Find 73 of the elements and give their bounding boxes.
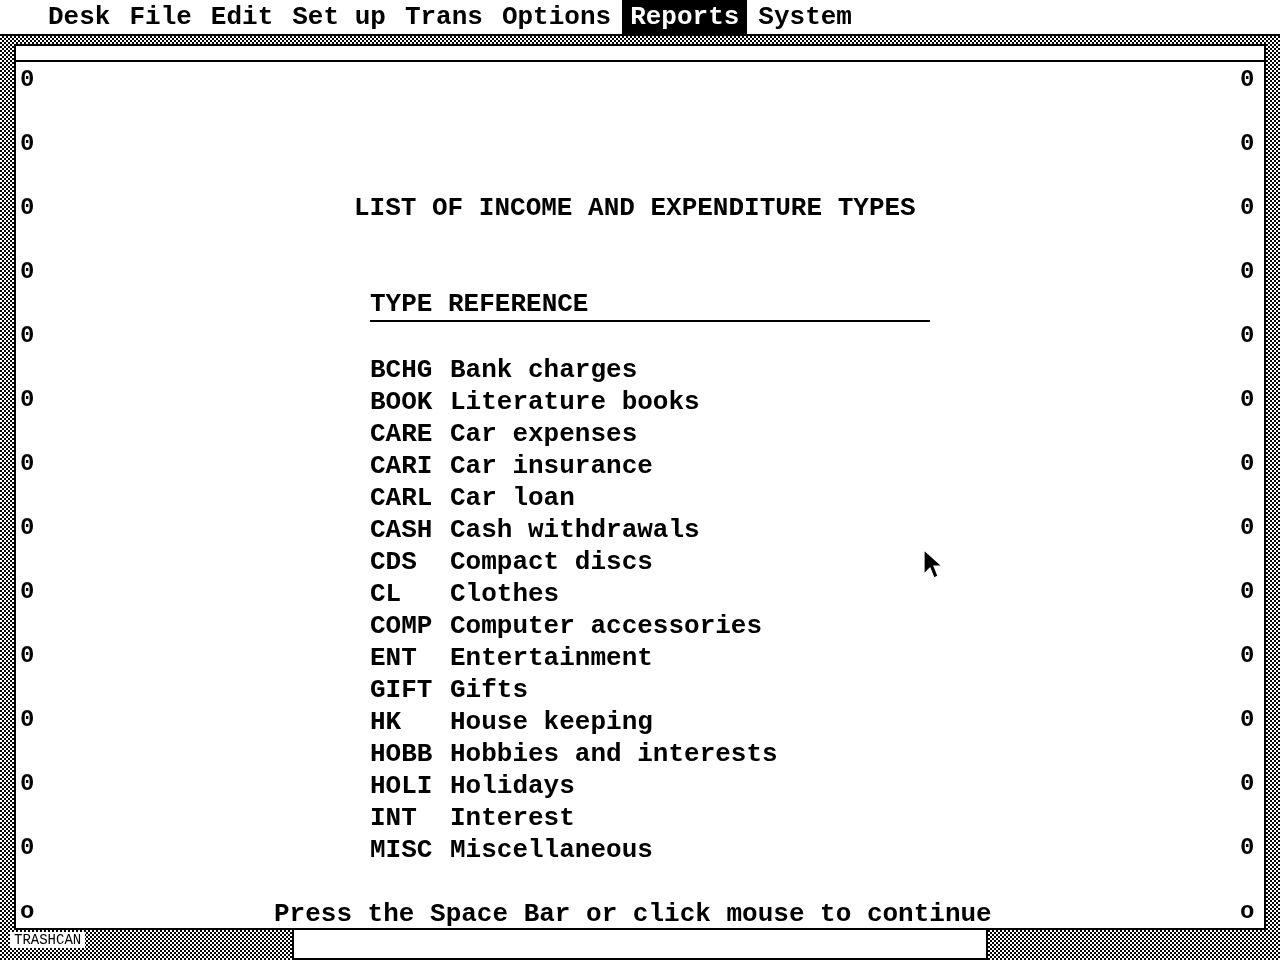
menu-item[interactable]: File <box>121 0 200 34</box>
menu-item[interactable]: Edit <box>202 0 282 34</box>
margin-mark: 0 <box>20 258 36 286</box>
type-description: Clothes <box>450 578 560 610</box>
type-code: ENT <box>370 642 418 674</box>
menu-item[interactable]: Options <box>493 0 620 34</box>
type-code: CL <box>370 578 403 610</box>
margin-mark: 0 <box>20 578 36 606</box>
margin-mark: 0 <box>20 194 36 222</box>
margin-mark: 0 <box>20 706 36 734</box>
type-code: HOBB <box>370 738 434 770</box>
margin-mark: 0 <box>1240 450 1256 478</box>
trashcan-label[interactable]: TRASHCAN <box>10 932 86 948</box>
margin-mark: 0 <box>20 450 36 478</box>
type-description: Bank charges <box>450 354 638 386</box>
type-code: CARI <box>370 450 434 482</box>
type-code: CARL <box>370 482 434 514</box>
type-description: Hobbies and interests <box>450 738 778 770</box>
report-title: LIST OF INCOME AND EXPENDITURE TYPES <box>354 192 917 224</box>
type-description: Literature books <box>450 386 700 418</box>
menu-item[interactable]: System <box>750 0 860 34</box>
margin-mark: 0 <box>20 642 36 670</box>
margin-mark: 0 <box>1240 706 1256 734</box>
margin-mark: 0 <box>1240 386 1256 414</box>
type-code: HK <box>370 706 403 738</box>
type-description: Interest <box>450 802 575 834</box>
margin-mark: 0 <box>20 770 36 798</box>
margin-mark: 0 <box>1240 258 1256 286</box>
type-code: MISC <box>370 834 434 866</box>
type-description: House keeping <box>450 706 653 738</box>
margin-mark: 0 <box>1240 578 1256 606</box>
menu-item[interactable]: Reports <box>622 0 748 34</box>
type-description: Cash withdrawals <box>450 514 700 546</box>
type-code: BOOK <box>370 386 434 418</box>
margin-mark: 0 <box>1240 642 1256 670</box>
menu-item[interactable]: Trans <box>396 0 491 34</box>
type-code: BCHG <box>370 354 434 386</box>
type-description: Miscellaneous <box>450 834 653 866</box>
margin-mark: 0 <box>1240 770 1256 798</box>
margin-mark: 0 <box>20 386 36 414</box>
margin-mark: 0 <box>20 130 36 158</box>
type-code: CDS <box>370 546 418 578</box>
type-code: CASH <box>370 514 434 546</box>
margin-mark: 0 <box>20 834 36 862</box>
margin-mark: o <box>20 898 36 926</box>
menu-item[interactable]: Set up <box>284 0 394 34</box>
margin-mark: 0 <box>1240 834 1256 862</box>
column-header: TYPE REFERENCE <box>370 288 930 322</box>
margin-mark: 0 <box>1240 130 1256 158</box>
mouse-pointer-icon <box>924 550 942 580</box>
type-description: Computer accessories <box>450 610 763 642</box>
menu-item[interactable]: Desk <box>40 0 119 34</box>
margin-mark: 0 <box>1240 194 1256 222</box>
margin-mark: o <box>1240 898 1256 926</box>
type-code: CARE <box>370 418 434 450</box>
type-description: Car expenses <box>450 418 638 450</box>
margin-mark: 0 <box>1240 66 1256 94</box>
type-code: COMP <box>370 610 434 642</box>
type-code: INT <box>370 802 418 834</box>
type-description: Holidays <box>450 770 575 802</box>
type-code: GIFT <box>370 674 434 706</box>
type-code: HOLI <box>370 770 434 802</box>
margin-mark: 0 <box>20 66 36 94</box>
type-description: Car insurance <box>450 450 653 482</box>
type-description: Gifts <box>450 674 528 706</box>
margin-mark: 0 <box>1240 322 1256 350</box>
type-description: Entertainment <box>450 642 653 674</box>
margin-mark: 0 <box>20 514 36 542</box>
type-description: Car loan <box>450 482 575 514</box>
continue-prompt: Press the Space Bar or click mouse to continue <box>274 898 993 930</box>
type-description: Compact discs <box>450 546 653 578</box>
margin-mark: 0 <box>1240 514 1256 542</box>
margin-mark: 0 <box>20 322 36 350</box>
